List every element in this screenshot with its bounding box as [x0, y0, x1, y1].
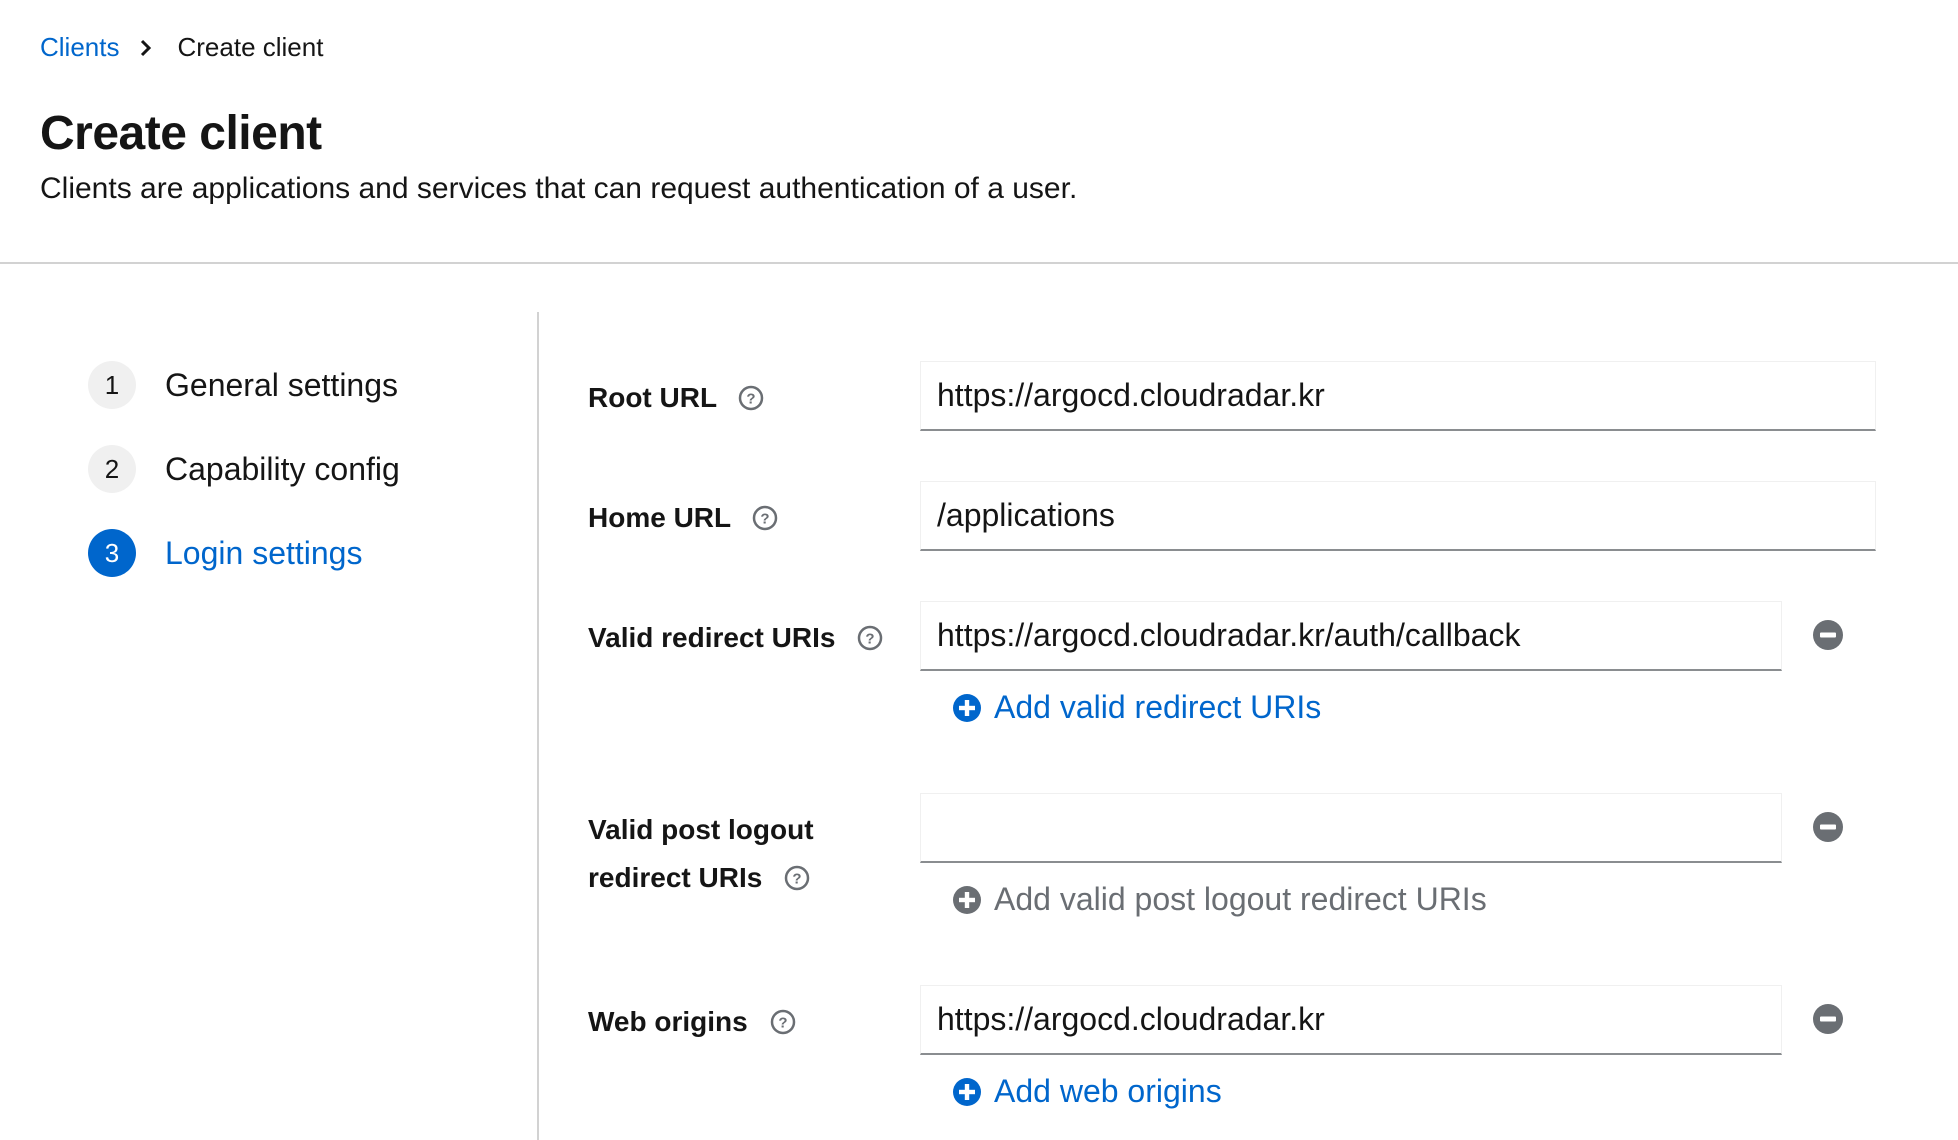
help-icon[interactable]: ? [857, 625, 883, 651]
chevron-right-icon [139, 38, 153, 58]
svg-text:?: ? [792, 870, 801, 887]
root-url-label: Root URL ? [588, 374, 764, 422]
web-origins-label: Web origins ? [588, 998, 796, 1046]
minus-circle-icon[interactable] [1812, 1003, 1844, 1035]
step-label: Login settings [165, 534, 363, 571]
valid-redirect-uri-input[interactable]: https://argocd.cloudradar.kr/auth/callba… [920, 601, 1782, 671]
valid-post-logout-label-line2: redirect URIs [588, 862, 763, 893]
svg-text:?: ? [778, 1014, 787, 1031]
home-url-label: Home URL ? [588, 494, 778, 542]
web-origin-input[interactable]: https://argocd.cloudradar.kr [920, 985, 1782, 1055]
add-valid-redirect-uri-label: Add valid redirect URIs [994, 689, 1322, 725]
minus-circle-icon[interactable] [1812, 811, 1844, 843]
breadcrumb: Clients Create client [40, 32, 323, 63]
add-web-origin-button[interactable]: Add web origins [952, 1073, 1222, 1110]
valid-post-logout-label: Valid post logout redirect URIs ? [588, 806, 814, 902]
help-icon[interactable]: ? [738, 385, 764, 411]
page-description: Clients are applications and services th… [40, 172, 1078, 205]
minus-circle-icon[interactable] [1812, 619, 1844, 651]
step-label: General settings [165, 366, 399, 403]
wizard-divider [537, 312, 539, 1140]
wizard-step-login-settings[interactable]: 3 Login settings [88, 529, 362, 577]
help-icon[interactable]: ? [784, 865, 810, 891]
wizard-step-capability-config[interactable]: 2 Capability config [88, 445, 400, 493]
help-icon[interactable]: ? [770, 1009, 796, 1035]
svg-text:?: ? [866, 630, 875, 647]
home-url-label-text: Home URL [588, 502, 731, 533]
valid-redirect-uris-label: Valid redirect URIs ? [588, 614, 883, 662]
help-icon[interactable]: ? [752, 505, 778, 531]
svg-text:?: ? [761, 510, 770, 527]
valid-redirect-uris-label-text: Valid redirect URIs [588, 622, 836, 653]
root-url-label-text: Root URL [588, 382, 717, 413]
wizard-step-general-settings[interactable]: 1 General settings [88, 361, 398, 409]
plus-circle-icon [953, 885, 981, 914]
add-valid-redirect-uri-button[interactable]: Add valid redirect URIs [952, 689, 1321, 726]
page-title: Create client [40, 107, 322, 160]
web-origins-label-text: Web origins [588, 1006, 748, 1037]
header-divider [0, 262, 1958, 264]
step-number: 1 [88, 361, 136, 409]
step-label: Capability config [165, 450, 400, 487]
add-valid-post-logout-redirect-uri-button[interactable]: Add valid post logout redirect URIs [952, 881, 1487, 918]
home-url-input[interactable]: /applications [920, 481, 1876, 551]
add-web-origin-label: Add web origins [994, 1073, 1222, 1109]
plus-circle-icon [953, 693, 981, 722]
valid-post-logout-redirect-uri-input[interactable] [920, 793, 1782, 863]
breadcrumb-current: Create client [177, 32, 324, 62]
add-valid-post-logout-redirect-uri-label: Add valid post logout redirect URIs [994, 881, 1487, 917]
svg-text:?: ? [747, 390, 756, 407]
step-number: 3 [88, 529, 136, 577]
valid-post-logout-label-line1: Valid post logout [588, 814, 814, 845]
step-number: 2 [88, 445, 136, 493]
breadcrumb-clients-link[interactable]: Clients [40, 32, 119, 63]
plus-circle-icon [953, 1077, 981, 1106]
root-url-input[interactable]: https://argocd.cloudradar.kr [920, 361, 1876, 431]
